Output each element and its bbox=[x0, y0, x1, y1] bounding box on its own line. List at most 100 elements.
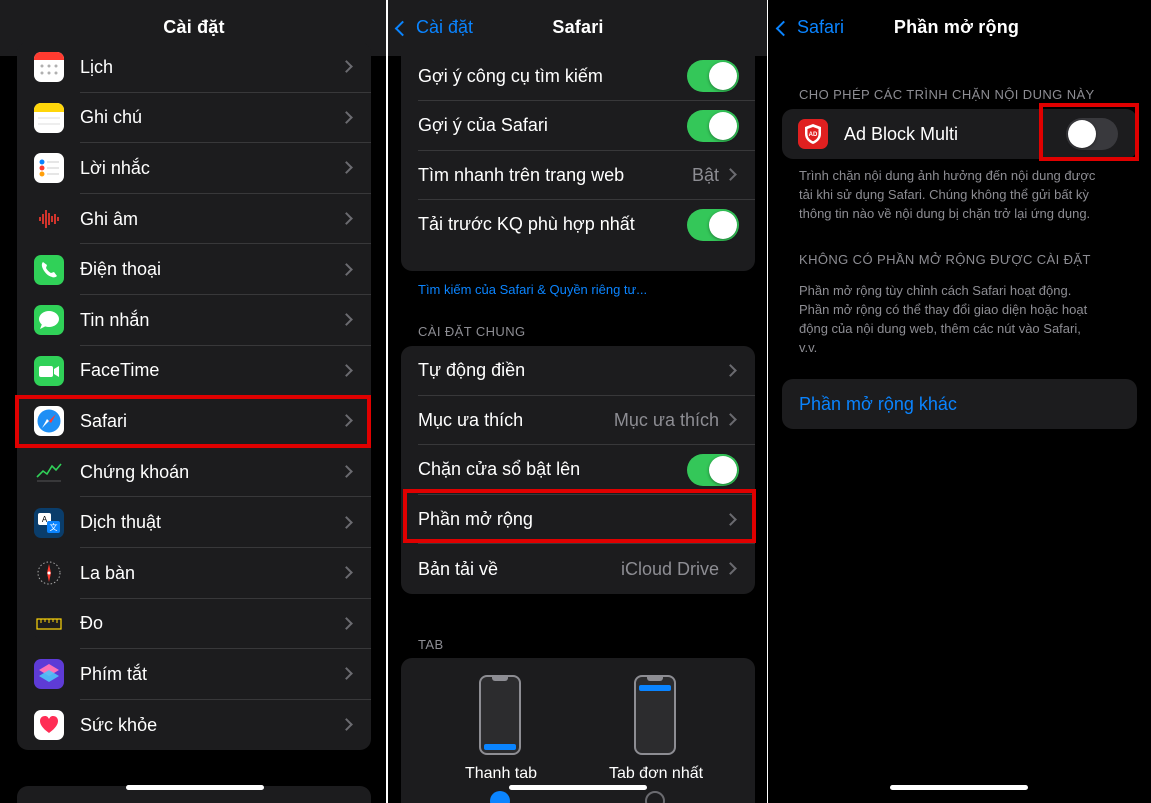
single-tab-label: Tab đơn nhất bbox=[608, 765, 704, 782]
svg-text:文: 文 bbox=[50, 522, 58, 532]
measure-icon bbox=[34, 608, 64, 639]
safari-panel: Công cụ tìm kiếmGoogleGợi ý công cụ tìm … bbox=[388, 0, 768, 803]
safari-title: Safari bbox=[552, 17, 604, 37]
blocker-note-line: tải khi sử dụng Safari. Chúng không thể … bbox=[799, 187, 1089, 202]
extensions-note-line: v.v. bbox=[799, 340, 818, 355]
row-label: Phần mở rộng bbox=[418, 509, 533, 530]
settings-item-label: Dịch thuật bbox=[80, 512, 162, 533]
voice-memos-icon bbox=[34, 204, 64, 235]
phone-bottom-bar-icon bbox=[479, 675, 521, 755]
facetime-icon bbox=[34, 355, 64, 386]
blocker-note-line: Trình chặn nội dung ảnh hưởng đến nội du… bbox=[799, 168, 1096, 183]
settings-item-phone[interactable]: Điện thoại bbox=[17, 244, 371, 295]
chevron-right-icon bbox=[724, 413, 737, 427]
tab-bar-radio-selected[interactable] bbox=[490, 791, 510, 803]
chevron-right-icon bbox=[340, 718, 353, 731]
settings-item-voice-memos[interactable]: Ghi âm bbox=[17, 194, 371, 245]
extensions-note-line: động của nội dung web, thêm các nút vào … bbox=[799, 321, 1081, 336]
settings-item-label: FaceTime bbox=[80, 360, 160, 381]
chevron-right-icon bbox=[724, 512, 737, 526]
extensions-note-line: Phần mở rộng tùy chỉnh cách Safari hoạt … bbox=[799, 283, 1072, 298]
toggle-switch[interactable] bbox=[687, 60, 739, 93]
settings-item-calendar[interactable]: Lịch bbox=[17, 42, 371, 93]
settings-item-safari[interactable]: Safari bbox=[17, 396, 371, 447]
settings-item-label: Đo bbox=[80, 613, 104, 634]
chevron-right-icon bbox=[340, 364, 353, 377]
row-value: Bật bbox=[691, 164, 719, 185]
phone-icon bbox=[34, 254, 64, 285]
settings-item-label: Lịch bbox=[80, 56, 114, 77]
toggle-switch[interactable] bbox=[687, 109, 739, 142]
settings-item-health[interactable]: Sức khỏe bbox=[17, 700, 371, 750]
settings-item-facetime[interactable]: FaceTime bbox=[17, 346, 371, 397]
settings-item-label: Sức khỏe bbox=[80, 714, 158, 735]
settings-item-label: Ghi chú bbox=[80, 107, 143, 128]
more-extensions-link[interactable]: Phần mở rộng khác bbox=[799, 394, 957, 415]
row-value: iCloud Drive bbox=[620, 558, 719, 579]
settings-item-stocks[interactable]: Chứng khoán bbox=[17, 447, 371, 498]
safari-row-4-general-group[interactable]: Bản tải về iCloud Drive bbox=[401, 544, 755, 594]
chevron-right-icon bbox=[340, 414, 353, 428]
ad-block-shield-icon: AD bbox=[798, 119, 828, 149]
safari-row-0-general-group[interactable]: Tự động điền bbox=[401, 346, 755, 396]
notes-icon bbox=[34, 102, 64, 133]
more-extensions-group: Phần mở rộng khác bbox=[782, 379, 1137, 429]
chevron-right-icon bbox=[340, 111, 353, 124]
blocker-note: Trình chặn nội dung ảnh hưởng đến nội du… bbox=[799, 166, 1095, 223]
safari-row-4-search-group[interactable]: Tải trước KQ phù hợp nhất bbox=[401, 200, 755, 250]
safari-icon bbox=[34, 406, 64, 437]
settings-item-reminders[interactable]: Lời nhắc bbox=[17, 143, 371, 194]
settings-item-label: Safari bbox=[80, 410, 128, 431]
ad-block-label: Ad Block Multi bbox=[844, 124, 959, 144]
health-icon bbox=[34, 710, 64, 741]
tab-layout-group: Thanh tab Tab đơn nhất bbox=[401, 658, 755, 803]
row-label: Tự động điền bbox=[418, 360, 526, 381]
safari-row-2-general-group[interactable]: Chặn cửa sổ bật lên bbox=[401, 445, 755, 495]
safari-row-2-search-group[interactable]: Gợi ý của Safari bbox=[401, 101, 755, 151]
row-value: Mục ưa thích bbox=[613, 409, 719, 430]
settings-item-measure[interactable]: Đo bbox=[17, 599, 371, 650]
safari-navbar: Cài đặt Safari bbox=[388, 0, 768, 56]
ad-block-toggle[interactable] bbox=[1066, 118, 1118, 150]
settings-item-label: Tin nhắn bbox=[80, 309, 150, 330]
settings-item-translate[interactable]: A 文 Dịch thuật bbox=[17, 497, 371, 548]
single-tab-radio[interactable] bbox=[645, 791, 665, 803]
translate-icon: A文 bbox=[34, 507, 64, 538]
row-label: Mục ưa thích bbox=[418, 409, 524, 430]
chevron-right-icon bbox=[340, 515, 353, 529]
chevron-right-icon bbox=[724, 168, 737, 182]
chevron-right-icon bbox=[340, 262, 353, 276]
safari-row-3-general-group[interactable]: Phần mở rộng bbox=[401, 495, 755, 545]
phone-top-bar-icon bbox=[634, 675, 676, 755]
content-blocker-group: AD Ad Block Multi bbox=[782, 109, 1137, 159]
settings-item-compass[interactable]: La bàn bbox=[17, 548, 371, 599]
row-label: Chặn cửa sổ bật lên bbox=[418, 459, 581, 480]
extensions-navbar: Safari Phần mở rộng bbox=[768, 0, 1151, 56]
svg-text:AD: AD bbox=[809, 132, 818, 138]
chevron-right-icon bbox=[340, 667, 353, 681]
extensions-panel: Safari Phần mở rộng CHO PHÉP CÁC TRÌNH C… bbox=[768, 0, 1151, 803]
toggle-switch[interactable] bbox=[687, 208, 739, 241]
settings-item-label: Ghi âm bbox=[80, 208, 139, 229]
row-label: Gợi ý công cụ tìm kiếm bbox=[418, 65, 603, 86]
settings-item-shortcuts[interactable]: Phím tắt bbox=[17, 649, 371, 700]
settings-item-label: Lời nhắc bbox=[80, 157, 150, 178]
safari-row-1-search-group[interactable]: Gợi ý công cụ tìm kiếm bbox=[401, 52, 755, 101]
reminders-icon bbox=[34, 153, 64, 184]
chevron-right-icon bbox=[340, 465, 353, 478]
row-label: Tìm nhanh trên trang web bbox=[418, 164, 625, 185]
chevron-right-icon bbox=[340, 60, 353, 74]
privacy-link[interactable]: Tìm kiếm của Safari & Quyền riêng tư... bbox=[418, 282, 647, 297]
tab-bar-label: Thanh tab bbox=[464, 765, 538, 782]
settings-item-label: Điện thoại bbox=[80, 259, 162, 280]
row-label: Bản tải về bbox=[418, 558, 499, 579]
safari-row-3-search-group[interactable]: Tìm nhanh trên trang web Bật bbox=[401, 151, 755, 200]
settings-item-label: La bàn bbox=[80, 562, 136, 583]
stocks-icon bbox=[34, 457, 64, 488]
settings-item-messages[interactable]: Tin nhắn bbox=[17, 295, 371, 346]
settings-list: Lịch Ghi chú Lời nhắc Ghi âm Điện thoại Tin n… bbox=[17, 42, 371, 750]
settings-item-notes[interactable]: Ghi chú bbox=[17, 93, 371, 144]
toggle-switch[interactable] bbox=[687, 453, 739, 486]
chevron-right-icon bbox=[340, 617, 353, 630]
safari-row-1-general-group[interactable]: Mục ưa thích Mục ưa thích bbox=[401, 396, 755, 446]
